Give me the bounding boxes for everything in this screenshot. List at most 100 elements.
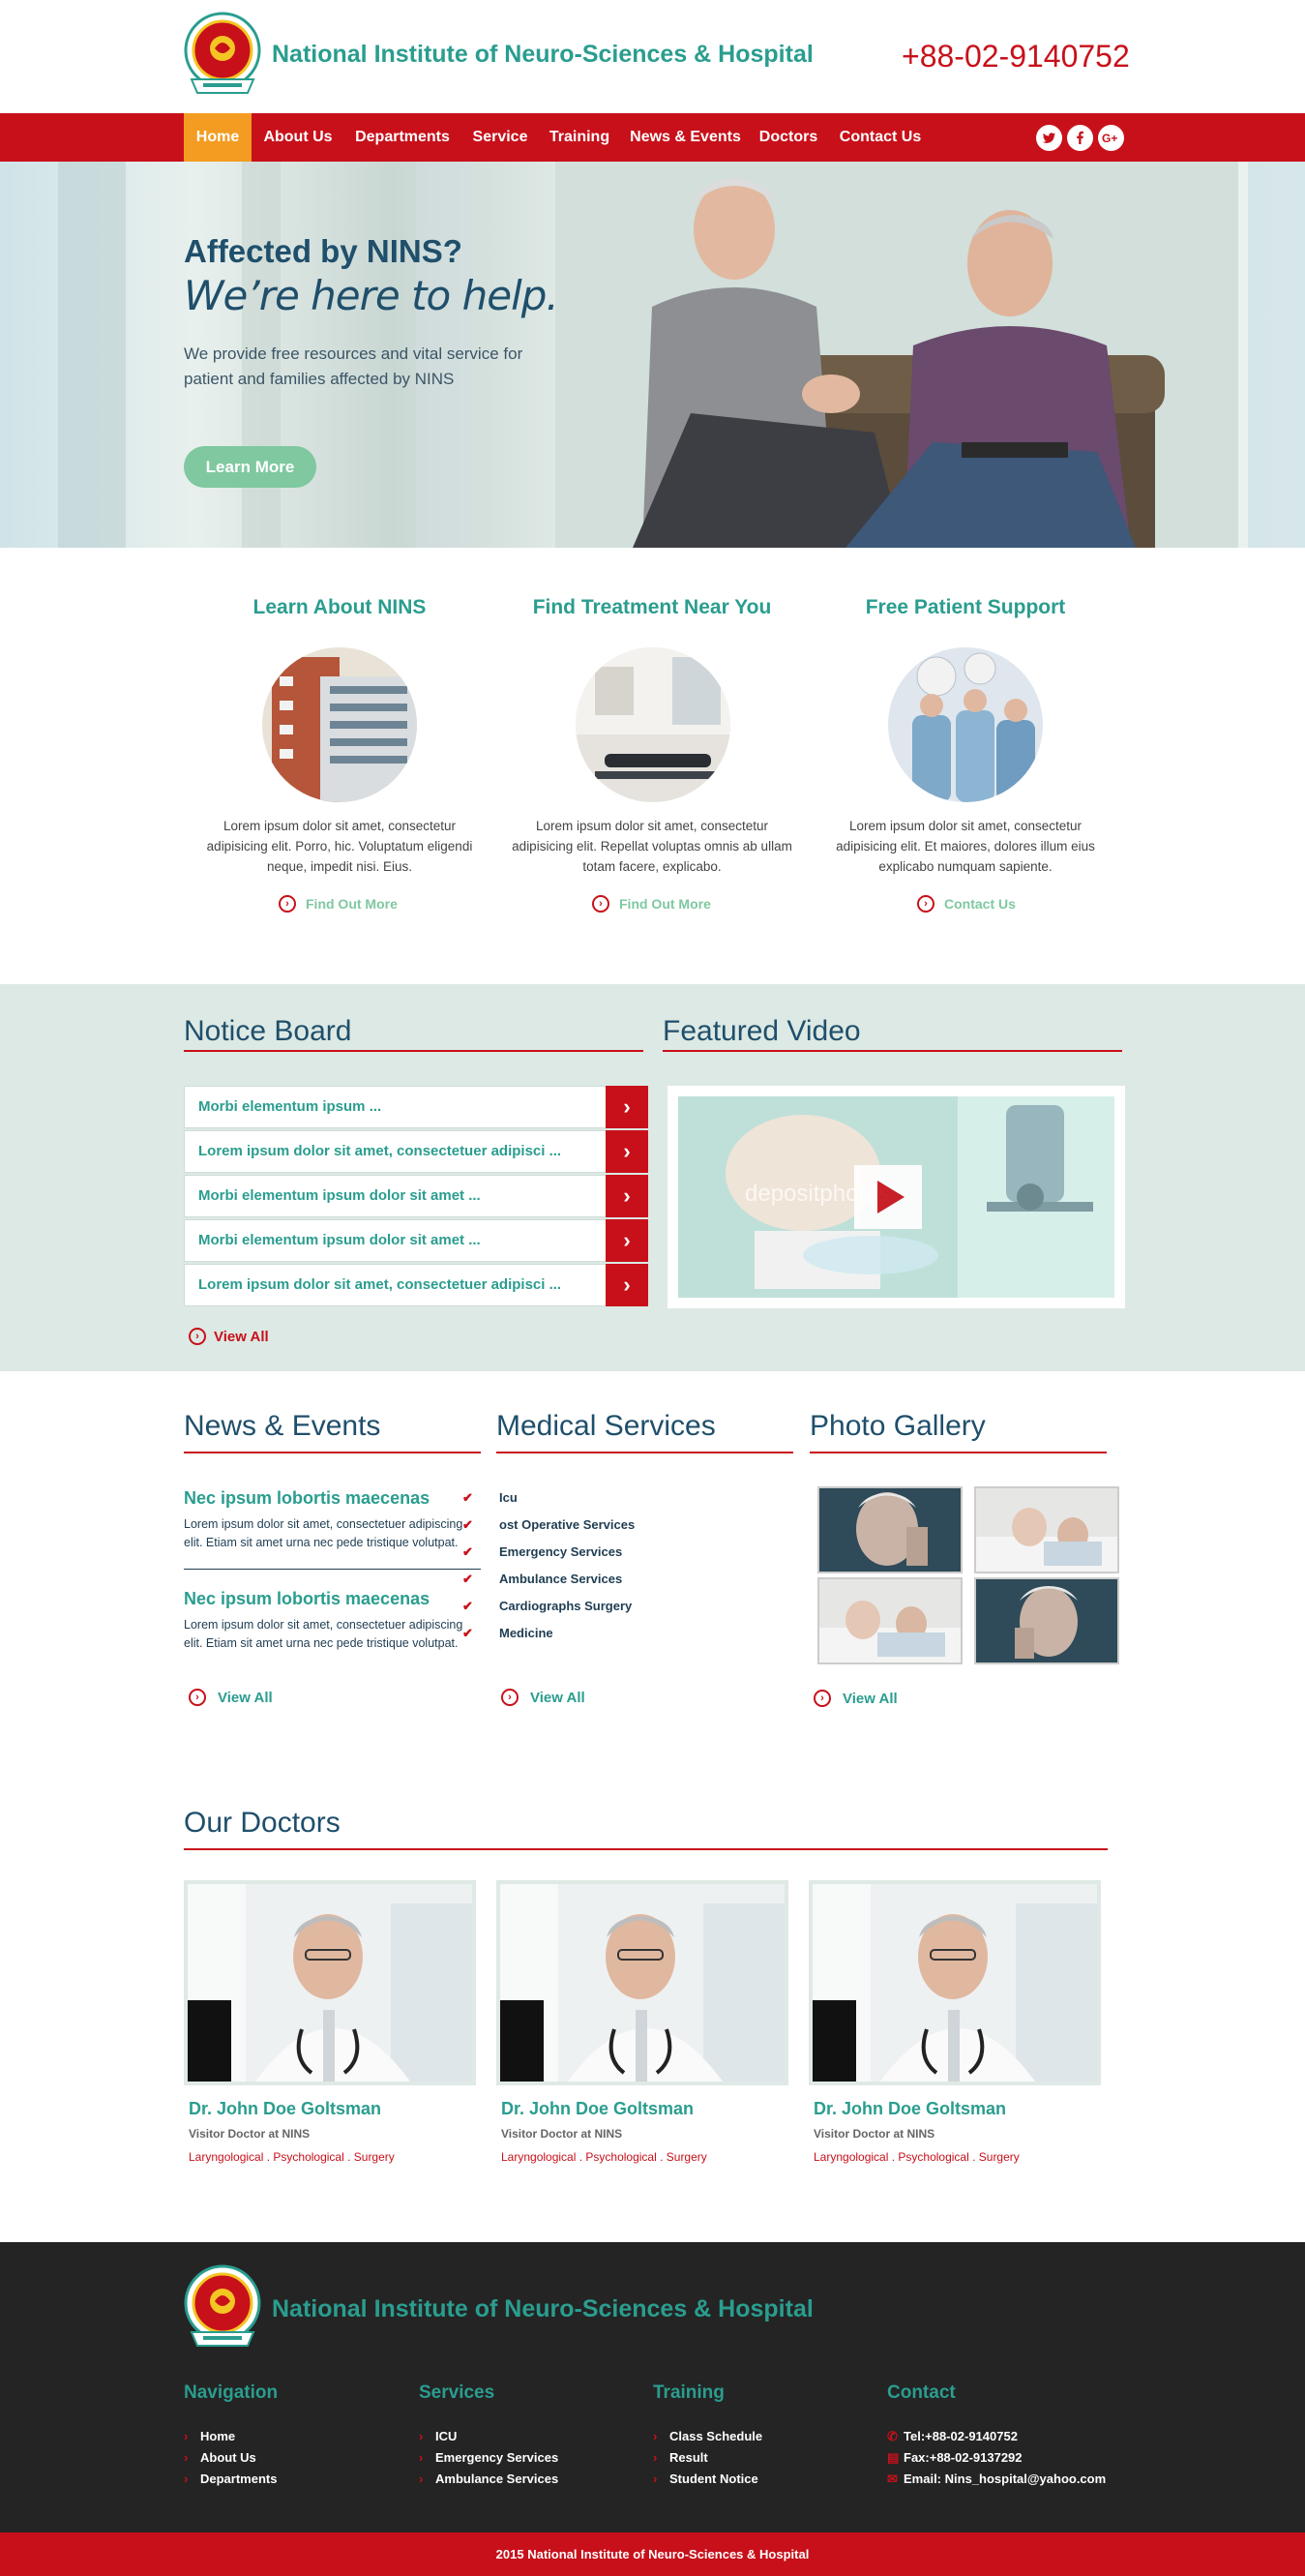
chevron-right-icon: › (419, 2471, 424, 2486)
notice-item[interactable]: Lorem ipsum dolor sit amet, consectetuer… (184, 1264, 648, 1306)
divider (184, 1848, 1108, 1850)
nav-service[interactable]: Service (468, 113, 532, 162)
footer-link-label: Student Notice (669, 2471, 758, 2486)
arrow-circle-icon: › (501, 1689, 519, 1706)
chevron-right-icon[interactable]: › (606, 1130, 648, 1173)
video-player[interactable]: depositphotos (667, 1086, 1125, 1308)
view-all-label: View All (218, 1690, 273, 1706)
doctor-name[interactable]: Dr. John Doe Goltsman (501, 2099, 694, 2119)
chevron-right-icon[interactable]: › (606, 1219, 648, 1262)
notice-item-label: Lorem ipsum dolor sit amet, consectetuer… (198, 1276, 562, 1293)
notice-item-label: Lorem ipsum dolor sit amet, consectetuer… (198, 1143, 562, 1159)
learn-more-button[interactable]: Learn More (184, 446, 316, 488)
gallery-thumbnail[interactable] (974, 1577, 1119, 1664)
gallery-thumbnail[interactable] (817, 1486, 963, 1573)
footer-link-label: Home (200, 2429, 236, 2443)
svg-text:G+: G+ (1102, 132, 1117, 145)
page: National Institute of Neuro-Sciences & H… (0, 0, 1305, 2576)
service-item[interactable]: ✔ Medicine (462, 1626, 553, 1640)
footer-link-label: Departments (200, 2471, 278, 2486)
footer-contact-title: Contact (887, 2382, 956, 2403)
site-title[interactable]: National Institute of Neuro-Sciences & H… (272, 41, 814, 69)
view-all-label: View All (530, 1690, 585, 1706)
chevron-right-icon: › (184, 2471, 189, 2486)
nav-contact-us[interactable]: Contact Us (836, 113, 925, 162)
notice-item[interactable]: Morbi elementum ipsum dolor sit amet ...… (184, 1219, 648, 1262)
footer-phone[interactable]: ✆ Tel:+88-02-9140752 (887, 2429, 1018, 2443)
gallery-thumbnail[interactable] (817, 1577, 963, 1664)
divider (663, 1050, 1122, 1052)
chevron-right-icon: › (653, 2450, 658, 2465)
notice-item[interactable]: Lorem ipsum dolor sit amet, consectetuer… (184, 1130, 648, 1173)
footer-services-title: Services (419, 2382, 495, 2403)
nav-about-us[interactable]: About Us (261, 113, 335, 162)
service-item[interactable]: ✔ Cardiographs Surgery (462, 1599, 632, 1613)
divider (810, 1452, 1107, 1453)
footer-link[interactable]: › Ambulance Services (419, 2471, 558, 2486)
hero-photo (555, 162, 1238, 548)
play-icon (877, 1181, 905, 1213)
check-icon: ✔ (462, 1490, 473, 1505)
service-label: Emergency Services (499, 1544, 623, 1559)
service-item[interactable]: ✔ ost Operative Services (462, 1517, 635, 1532)
footer-link-label: Class Schedule (669, 2429, 763, 2443)
footer-training-title: Training (653, 2382, 725, 2403)
news-item-title[interactable]: Nec ipsum lobortis maecenas (184, 1589, 430, 1609)
arrow-circle-icon: › (917, 895, 934, 913)
feature-text: Lorem ipsum dolor sit amet, consectetur … (512, 819, 792, 874)
doctor-photo[interactable] (184, 1880, 476, 2085)
nav-doctors[interactable]: Doctors (756, 113, 821, 162)
nav-departments[interactable]: Departments (348, 113, 457, 162)
notice-item-label: Morbi elementum ipsum ... (198, 1098, 382, 1115)
doctor-name[interactable]: Dr. John Doe Goltsman (189, 2099, 381, 2119)
gallery-thumbnail[interactable] (974, 1486, 1119, 1573)
google-plus-icon[interactable]: G+ (1098, 125, 1124, 151)
nav-training[interactable]: Training (545, 113, 614, 162)
doctor-role: Visitor Doctor at NINS (814, 2127, 935, 2141)
chevron-right-icon[interactable]: › (606, 1175, 648, 1217)
footer-fax[interactable]: ▤ Fax:+88-02-9137292 (887, 2450, 1023, 2465)
notice-item[interactable]: Morbi elementum ipsum ... › (184, 1086, 648, 1128)
feature-text: Lorem ipsum dolor sit amet, consectetur … (206, 819, 473, 874)
doctor-photo[interactable] (496, 1880, 788, 2085)
check-icon: ✔ (462, 1572, 473, 1586)
play-button[interactable] (854, 1165, 922, 1229)
service-item[interactable]: ✔ Icu (462, 1490, 518, 1505)
logo[interactable] (184, 12, 261, 99)
footer-link[interactable]: › About Us (184, 2450, 256, 2465)
chevron-right-icon[interactable]: › (606, 1086, 648, 1128)
view-all-label: View All (843, 1691, 898, 1707)
service-item[interactable]: ✔ Emergency Services (462, 1544, 623, 1559)
footer-link[interactable]: › Departments (184, 2471, 278, 2486)
footer-link[interactable]: › Result (653, 2450, 708, 2465)
service-item[interactable]: ✔ Ambulance Services (462, 1572, 622, 1586)
find-out-more-label: Find Out More (619, 896, 711, 912)
news-divider (184, 1569, 481, 1570)
footer-link[interactable]: › Emergency Services (419, 2450, 559, 2465)
footer-logo[interactable] (184, 2264, 261, 2351)
facebook-icon[interactable] (1067, 125, 1093, 151)
nav-home[interactable]: Home (184, 113, 252, 162)
featured-video-title: Featured Video (663, 1015, 861, 1047)
footer-link[interactable]: › Student Notice (653, 2471, 758, 2486)
footer-contact-label: Fax:+88-02-9137292 (904, 2450, 1023, 2465)
footer-link[interactable]: › Home (184, 2429, 236, 2443)
footer-email[interactable]: ✉ Email: Nins_hospital@yahoo.com (887, 2471, 1106, 2486)
header-phone[interactable]: +88-02-9140752 (902, 39, 1130, 75)
footer-link[interactable]: › Class Schedule (653, 2429, 763, 2443)
twitter-icon[interactable] (1036, 125, 1062, 151)
nav-news-events[interactable]: News & Events (630, 113, 741, 162)
feature-image-clinic (576, 647, 730, 802)
footer-link-label: Emergency Services (435, 2450, 559, 2465)
footer-link[interactable]: › ICU (419, 2429, 457, 2443)
feature-title: Learn About NINS (252, 596, 427, 618)
chevron-right-icon: › (419, 2429, 424, 2443)
footer-contact-label: Tel:+88-02-9140752 (904, 2429, 1018, 2443)
news-item-title[interactable]: Nec ipsum lobortis maecenas (184, 1488, 430, 1509)
chevron-right-icon[interactable]: › (606, 1264, 648, 1306)
footer-site-title: National Institute of Neuro-Sciences & H… (272, 2295, 814, 2322)
notice-item[interactable]: Morbi elementum ipsum dolor sit amet ...… (184, 1175, 648, 1217)
doctor-name[interactable]: Dr. John Doe Goltsman (814, 2099, 1006, 2119)
doctor-photo[interactable] (809, 1880, 1101, 2085)
check-icon: ✔ (462, 1599, 473, 1613)
